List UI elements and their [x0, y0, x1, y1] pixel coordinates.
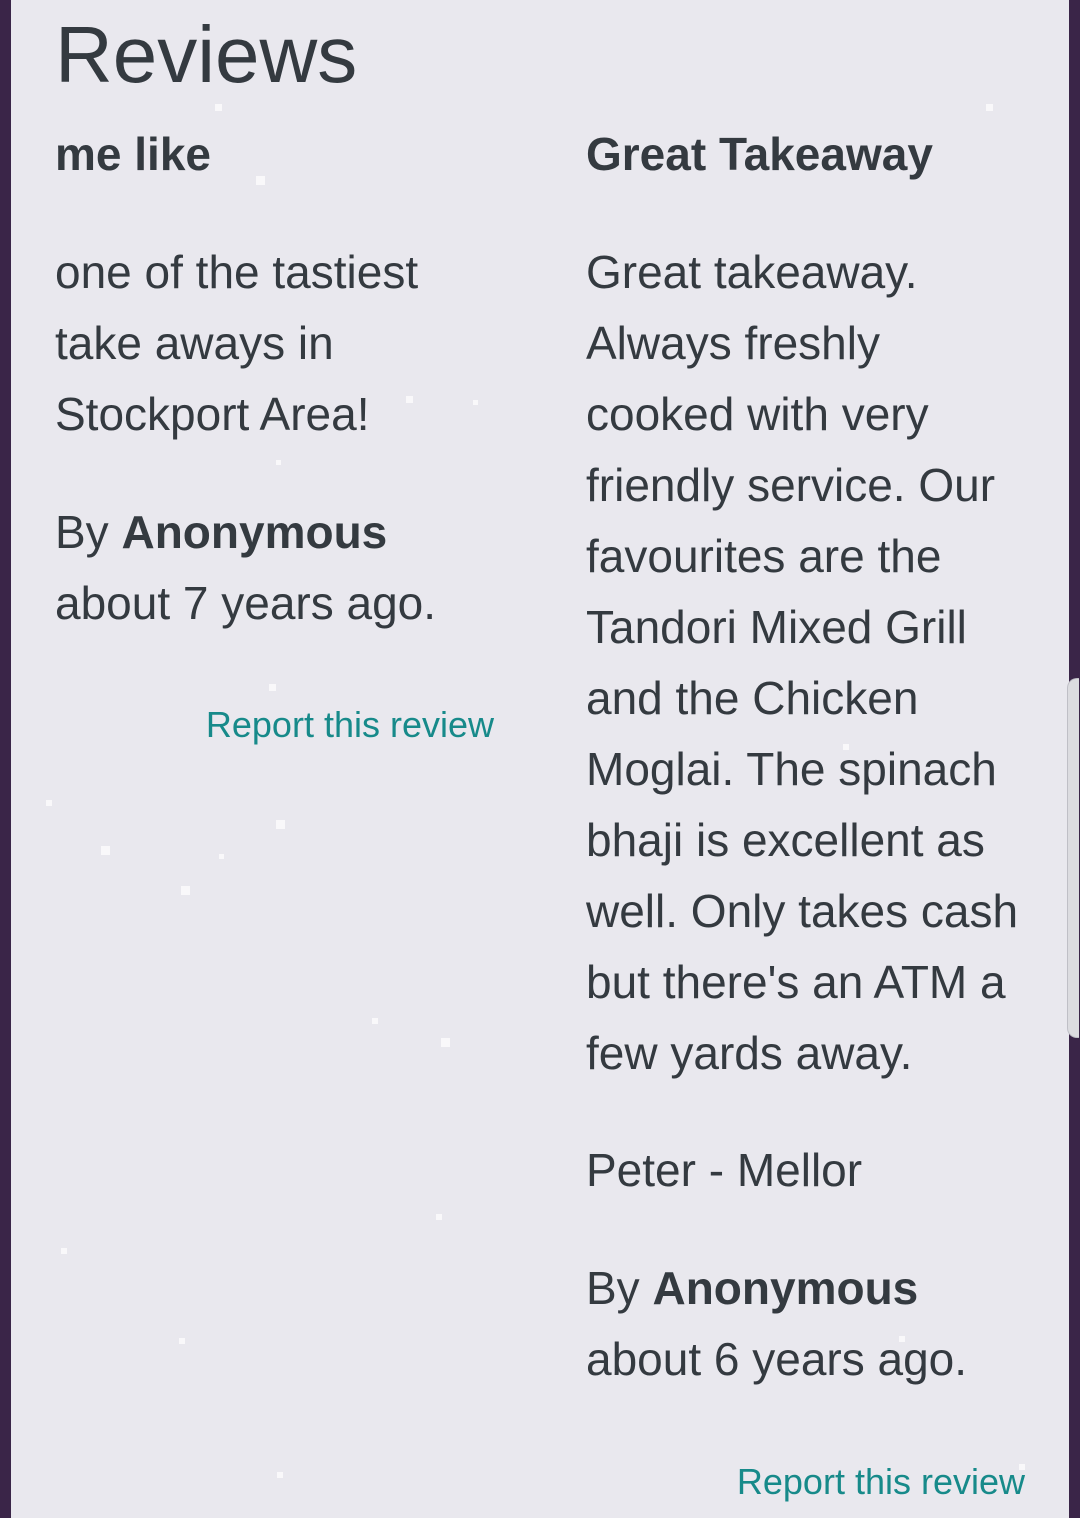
scrollbar-thumb[interactable] [1067, 678, 1079, 1038]
review-body-line: cooked with very [586, 388, 929, 440]
review-author: Anonymous [121, 506, 388, 558]
snow-particle [61, 1248, 67, 1254]
snow-particle [179, 1338, 185, 1344]
snow-particle [46, 800, 52, 806]
review-body: one of the tastiest take aways in Stockp… [55, 237, 500, 450]
report-review-link[interactable]: Report this review [737, 1459, 1025, 1505]
snow-particle [276, 820, 285, 829]
review-body-line: one of the tastiest [55, 246, 419, 298]
review-title: me like [55, 128, 211, 180]
snow-particle [256, 176, 265, 185]
snow-particle [269, 684, 276, 691]
review-author-line: By Anonymous [55, 497, 387, 568]
snow-particle [181, 886, 190, 895]
snow-particle [276, 460, 281, 465]
review-body: Great takeaway. Always freshly cooked wi… [586, 237, 1031, 1089]
review-author: Anonymous [652, 1262, 919, 1314]
review-body-line: bhaji is excellent as [586, 814, 985, 866]
page-title: Reviews [55, 10, 358, 99]
snow-particle [277, 1472, 283, 1478]
review-body-line: few yards away. [586, 1027, 913, 1079]
snow-particle [101, 846, 110, 855]
review-body-line: but there's an ATM a [586, 956, 1006, 1008]
snow-particle [441, 1038, 450, 1047]
snow-particle [372, 1018, 378, 1024]
snow-particle [215, 104, 222, 111]
review-body-line: Tandori Mixed Grill [586, 601, 967, 653]
snow-particle [436, 1214, 442, 1220]
review-body-line: well. Only takes cash [586, 885, 1019, 937]
review-body-line: Stockport Area! [55, 388, 370, 440]
review-body-line: take aways in [55, 317, 334, 369]
review-author-line: By Anonymous [586, 1253, 918, 1324]
review-body-line: and the Chicken [586, 672, 919, 724]
review-body-line: friendly service. Our [586, 459, 996, 511]
review-body-line: Moglai. The spinach [586, 743, 997, 795]
review-body-line: Always freshly [586, 317, 880, 369]
by-prefix: By [55, 506, 109, 558]
review-timestamp: about 7 years ago. [55, 577, 437, 629]
review-title: Great Takeaway [586, 128, 933, 180]
snow-particle [986, 104, 993, 111]
snow-particle [219, 854, 224, 859]
review-body-line: favourites are the [586, 530, 942, 582]
report-review-link[interactable]: Report this review [206, 702, 494, 748]
review-timestamp: about 6 years ago. [586, 1333, 968, 1385]
review-body-line: Great takeaway. [586, 246, 918, 298]
review-signature: Peter - Mellor [586, 1144, 863, 1196]
by-prefix: By [586, 1262, 640, 1314]
